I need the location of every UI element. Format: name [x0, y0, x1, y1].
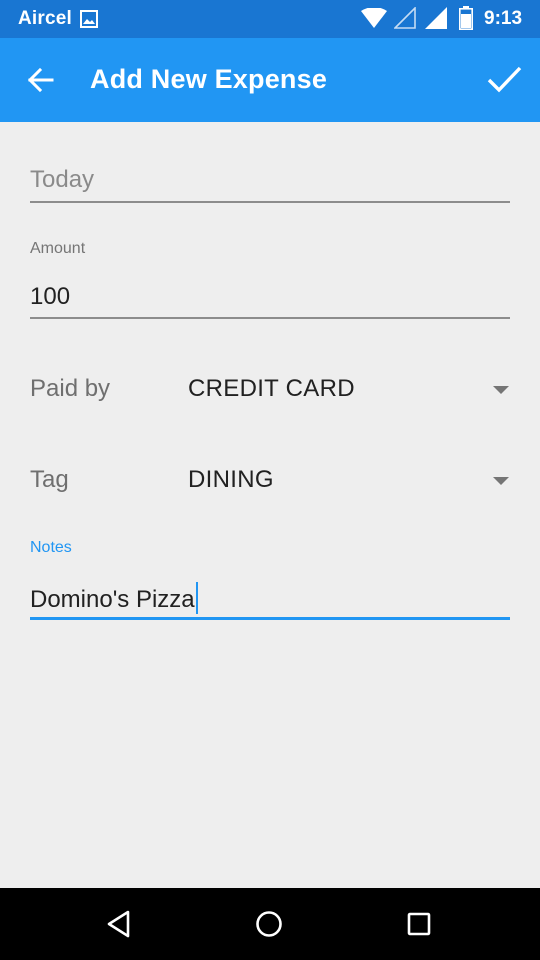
navigation-bar: [0, 888, 540, 960]
dropdown-arrow-icon: [493, 477, 509, 485]
paid-by-dropdown[interactable]: CREDIT CARD: [188, 369, 518, 409]
amount-label: Amount: [30, 240, 86, 257]
date-field-underline: [30, 201, 510, 203]
amount-value: 100: [30, 283, 71, 310]
amount-field[interactable]: Amount 100: [30, 238, 510, 322]
signal-full-icon: [425, 7, 447, 29]
nav-recents-icon[interactable]: [404, 909, 434, 939]
page-title: Add New Expense: [90, 64, 328, 94]
check-icon[interactable]: [484, 62, 524, 98]
gallery-icon: [80, 10, 98, 28]
tag-value: DINING: [188, 466, 274, 493]
expense-screen: Aircel 9:13 Add New Expense Today Amount…: [0, 0, 540, 960]
nav-back-icon[interactable]: [104, 909, 134, 939]
arrow-left-icon[interactable]: [24, 66, 60, 94]
tag-dropdown[interactable]: DINING: [188, 460, 518, 500]
battery-icon: [459, 6, 473, 30]
notes-field[interactable]: Notes Domino's Pizza: [30, 538, 510, 622]
notes-value: Domino's Pizza: [30, 586, 195, 613]
dropdown-arrow-icon: [493, 386, 509, 394]
paid-by-label: Paid by: [30, 375, 111, 402]
notes-field-underline: [30, 617, 510, 620]
notes-input[interactable]: Domino's Pizza: [30, 582, 510, 614]
wifi-icon: [361, 8, 387, 28]
app-bar: Add New Expense: [0, 38, 540, 122]
notes-label: Notes: [30, 539, 72, 556]
tag-label: Tag: [30, 466, 69, 493]
nav-home-icon[interactable]: [254, 909, 284, 939]
date-field[interactable]: Today: [30, 160, 510, 205]
status-time: 9:13: [484, 8, 523, 29]
amount-field-underline: [30, 317, 510, 319]
status-bar: Aircel 9:13: [0, 0, 540, 38]
carrier-name: Aircel: [18, 8, 73, 29]
paid-by-value: CREDIT CARD: [188, 375, 355, 402]
date-field-placeholder: Today: [30, 166, 95, 193]
signal-empty-icon: [394, 7, 416, 29]
text-cursor: [195, 582, 198, 614]
